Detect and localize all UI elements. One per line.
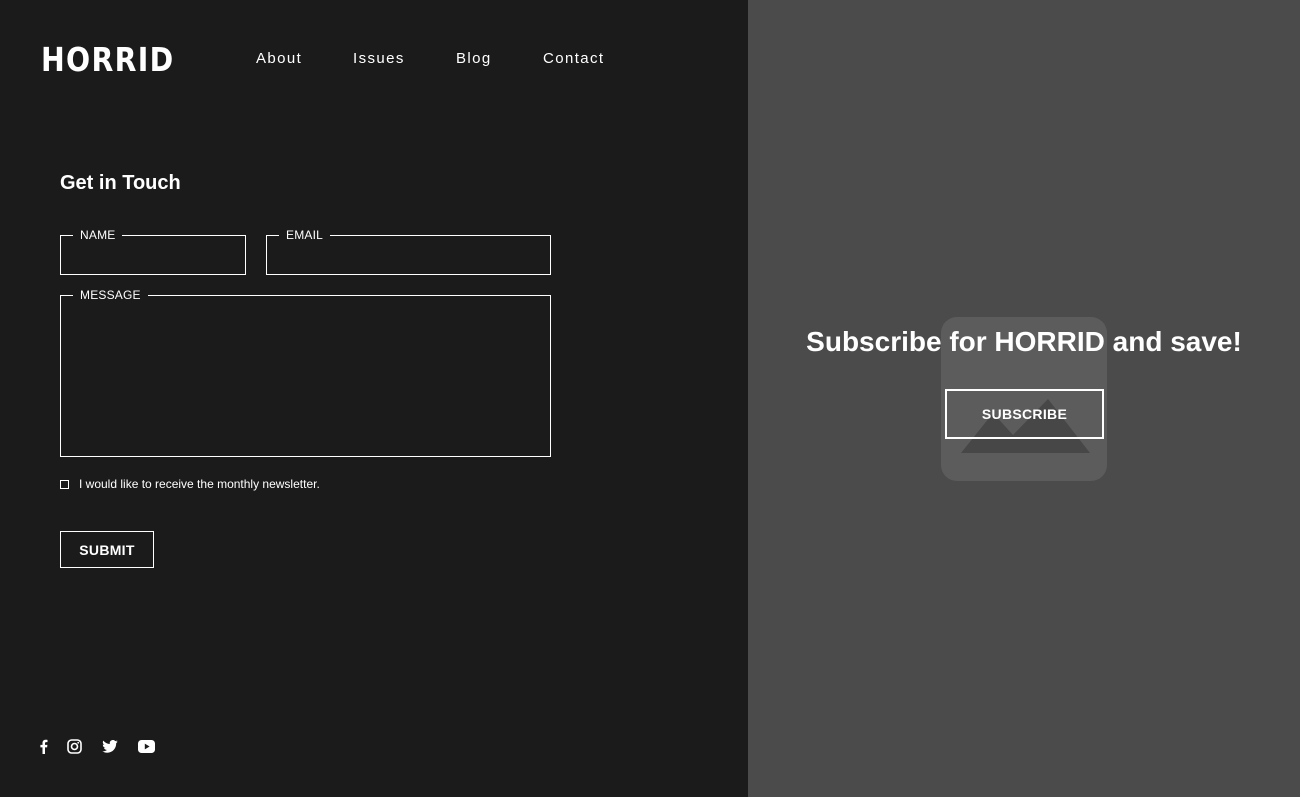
subscribe-panel: Subscribe for HORRID and save! SUBSCRIBE bbox=[748, 0, 1300, 797]
brand-logo[interactable]: HORRID bbox=[41, 40, 174, 80]
form-title: Get in Touch bbox=[60, 172, 181, 194]
name-field-label: NAME bbox=[73, 228, 123, 242]
name-field-wrapper: NAME bbox=[60, 228, 246, 275]
nav-link-contact[interactable]: Contact bbox=[543, 50, 605, 68]
instagram-icon[interactable] bbox=[67, 739, 82, 759]
nav-link-issues[interactable]: Issues bbox=[353, 50, 405, 68]
message-field-label: MESSAGE bbox=[73, 288, 148, 302]
subscribe-button[interactable]: SUBSCRIBE bbox=[945, 389, 1104, 439]
nav-link-about[interactable]: About bbox=[256, 50, 302, 68]
message-textarea[interactable] bbox=[61, 296, 550, 456]
newsletter-label[interactable]: I would like to receive the monthly news… bbox=[79, 477, 320, 491]
promo-headline: Subscribe for HORRID and save! bbox=[806, 326, 1242, 357]
newsletter-checkbox[interactable] bbox=[60, 479, 69, 489]
twitter-icon[interactable] bbox=[102, 740, 118, 758]
message-field-wrapper: MESSAGE bbox=[60, 288, 551, 457]
email-field-label: EMAIL bbox=[279, 228, 331, 242]
youtube-icon[interactable] bbox=[138, 740, 155, 758]
submit-button[interactable]: SUBMIT bbox=[60, 531, 154, 568]
email-field-wrapper: EMAIL bbox=[266, 228, 551, 275]
facebook-icon[interactable] bbox=[39, 739, 48, 759]
contact-panel: HORRID About Issues Blog Contact Get in … bbox=[0, 0, 748, 797]
nav-link-blog[interactable]: Blog bbox=[456, 50, 492, 68]
newsletter-option: I would like to receive the monthly news… bbox=[60, 477, 320, 491]
